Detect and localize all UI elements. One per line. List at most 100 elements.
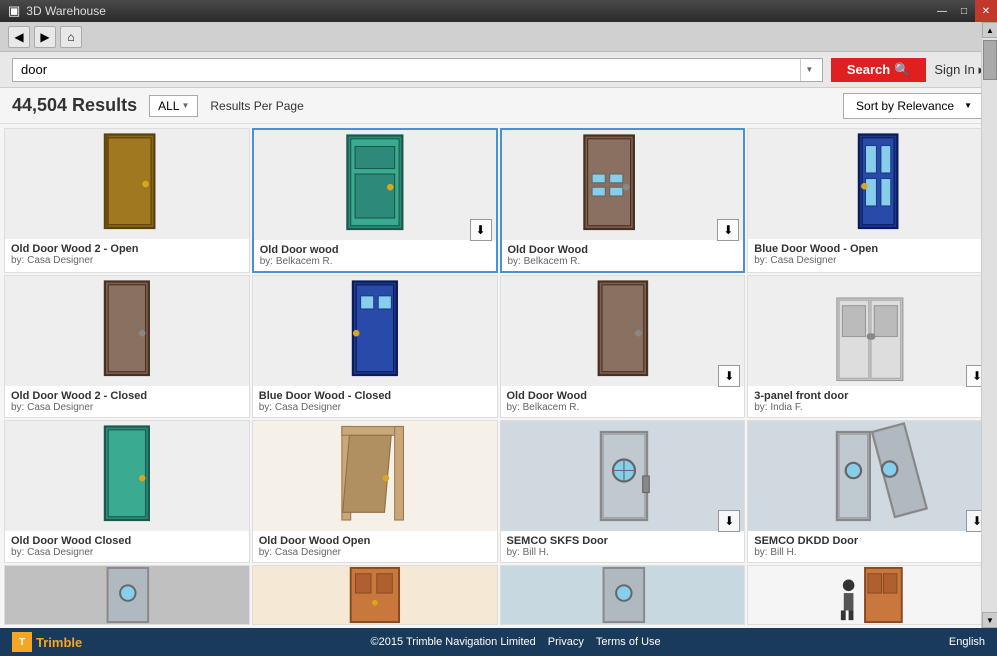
item-author: by: Casa Designer bbox=[259, 547, 491, 558]
item-title: Old Door Wood 2 - Open bbox=[11, 243, 243, 255]
list-item[interactable] bbox=[747, 565, 993, 625]
item-thumbnail bbox=[253, 421, 497, 531]
list-item[interactable]: Blue Door Wood - Open by: Casa Designer bbox=[747, 128, 993, 273]
trimble-icon: T bbox=[12, 632, 32, 652]
item-author: by: Bill H. bbox=[507, 547, 739, 558]
item-author: by: Casa Designer bbox=[11, 402, 243, 413]
item-title: SEMCO SKFS Door bbox=[507, 535, 739, 547]
search-dropdown-arrow[interactable]: ▼ bbox=[800, 59, 818, 81]
item-author: by: India F. bbox=[754, 402, 986, 413]
list-item[interactable]: ⬇ SEMCO DKDD Door by: Bill H. bbox=[747, 420, 993, 563]
results-count: 44,504 Results bbox=[12, 95, 137, 116]
vertical-scrollbar[interactable]: ▲ ▼ bbox=[981, 22, 997, 628]
item-title: Old Door Wood 2 - Closed bbox=[11, 390, 243, 402]
item-title: Old Door Wood Open bbox=[259, 535, 491, 547]
item-info: 3-panel front door by: India F. bbox=[748, 386, 992, 417]
item-thumbnail bbox=[253, 566, 497, 624]
filter-dropdown[interactable]: ALL ▼ bbox=[149, 95, 198, 117]
brand-logo: T Trimble bbox=[12, 632, 82, 652]
item-info: Old Door Wood by: Belkacem R. bbox=[501, 386, 745, 417]
list-item[interactable]: ⬇ Old Door Wood by: Belkacem R. bbox=[500, 128, 746, 273]
item-author: by: Casa Designer bbox=[11, 255, 243, 266]
download-button[interactable]: ⬇ bbox=[718, 365, 740, 387]
list-item[interactable]: ⬇ 3-panel front door by: India F. bbox=[747, 275, 993, 418]
item-author: by: Bill H. bbox=[754, 547, 986, 558]
window-controls[interactable]: — □ ✕ bbox=[931, 0, 997, 22]
item-thumbnail bbox=[254, 130, 496, 240]
home-button[interactable]: ⌂ bbox=[60, 26, 82, 48]
item-author: by: Casa Designer bbox=[259, 402, 491, 413]
results-per-page-label: Results Per Page bbox=[210, 99, 303, 113]
back-button[interactable]: ◀ bbox=[8, 26, 30, 48]
scroll-up-button[interactable]: ▲ bbox=[982, 22, 997, 38]
scroll-thumb[interactable] bbox=[983, 40, 997, 80]
scroll-down-button[interactable]: ▼ bbox=[982, 612, 997, 628]
list-item[interactable]: ⬇ Old Door wood by: Belkacem R. bbox=[252, 128, 498, 273]
list-item[interactable]: Blue Door Wood - Closed by: Casa Designe… bbox=[252, 275, 498, 418]
close-btn[interactable]: ✕ bbox=[975, 0, 997, 22]
brand-name: Trimble bbox=[36, 635, 82, 650]
app-icon: ▣ bbox=[8, 3, 20, 19]
search-icon: 🔍 bbox=[894, 62, 910, 78]
terms-link[interactable]: Terms of Use bbox=[596, 636, 661, 648]
copyright-text: ©2015 Trimble Navigation Limited bbox=[371, 636, 536, 648]
item-thumbnail bbox=[748, 566, 992, 624]
list-item[interactable]: Old Door Wood Open by: Casa Designer bbox=[252, 420, 498, 563]
download-button[interactable]: ⬇ bbox=[717, 219, 739, 241]
item-thumbnail bbox=[748, 421, 992, 531]
list-item[interactable]: ⬇ SEMCO SKFS Door by: Bill H. bbox=[500, 420, 746, 563]
maximize-btn[interactable]: □ bbox=[953, 0, 975, 22]
search-button[interactable]: Search 🔍 bbox=[831, 58, 927, 82]
forward-button[interactable]: ▶ bbox=[34, 26, 56, 48]
privacy-link[interactable]: Privacy bbox=[548, 636, 584, 648]
item-info: Old Door wood by: Belkacem R. bbox=[254, 240, 496, 271]
item-title: Old Door Wood bbox=[507, 390, 739, 402]
item-info: Old Door Wood Closed by: Casa Designer bbox=[5, 531, 249, 562]
sign-in-link[interactable]: Sign In ▸ bbox=[934, 62, 985, 78]
minimize-btn[interactable]: — bbox=[931, 0, 953, 22]
item-author: by: Belkacem R. bbox=[260, 256, 490, 267]
item-thumbnail bbox=[501, 276, 745, 386]
item-info: Old Door Wood by: Belkacem R. bbox=[502, 240, 744, 271]
list-item[interactable] bbox=[252, 565, 498, 625]
item-thumbnail bbox=[502, 130, 744, 240]
download-button[interactable]: ⬇ bbox=[718, 510, 740, 532]
item-author: by: Casa Designer bbox=[11, 547, 243, 558]
results-bar: 44,504 Results ALL ▼ Results Per Page So… bbox=[0, 88, 997, 124]
list-item[interactable] bbox=[4, 565, 250, 625]
item-author: by: Casa Designer bbox=[754, 255, 986, 266]
search-bar: ▼ Search 🔍 Sign In ▸ bbox=[0, 52, 997, 88]
item-title: Old Door Wood Closed bbox=[11, 535, 243, 547]
item-author: by: Belkacem R. bbox=[507, 402, 739, 413]
list-item[interactable] bbox=[500, 565, 746, 625]
item-thumbnail bbox=[253, 276, 497, 386]
language-selector[interactable]: English bbox=[949, 636, 985, 648]
item-info: SEMCO SKFS Door by: Bill H. bbox=[501, 531, 745, 562]
sort-label: Sort by Relevance bbox=[856, 99, 954, 113]
item-thumbnail bbox=[5, 421, 249, 531]
search-input-container[interactable]: ▼ bbox=[12, 58, 823, 82]
item-title: SEMCO DKDD Door bbox=[754, 535, 986, 547]
item-title: Old Door wood bbox=[260, 244, 490, 256]
item-info: Old Door Wood 2 - Closed by: Casa Design… bbox=[5, 386, 249, 417]
list-item[interactable]: Old Door Wood 2 - Open by: Casa Designer bbox=[4, 128, 250, 273]
item-info: Old Door Wood 2 - Open by: Casa Designer bbox=[5, 239, 249, 270]
download-button[interactable]: ⬇ bbox=[470, 219, 492, 241]
item-author: by: Belkacem R. bbox=[508, 256, 738, 267]
search-input[interactable] bbox=[17, 62, 800, 77]
item-title: Old Door Wood bbox=[508, 244, 738, 256]
list-item[interactable]: Old Door Wood 2 - Closed by: Casa Design… bbox=[4, 275, 250, 418]
search-label: Search bbox=[847, 62, 890, 77]
sort-dropdown[interactable]: Sort by Relevance ▼ bbox=[843, 93, 985, 119]
list-item[interactable]: Old Door Wood Closed by: Casa Designer bbox=[4, 420, 250, 563]
item-thumbnail bbox=[5, 566, 249, 624]
item-info: Blue Door Wood - Closed by: Casa Designe… bbox=[253, 386, 497, 417]
footer: T Trimble ©2015 Trimble Navigation Limit… bbox=[0, 628, 997, 656]
item-info: SEMCO DKDD Door by: Bill H. bbox=[748, 531, 992, 562]
filter-arrow-icon: ▼ bbox=[181, 101, 189, 110]
title-bar: ▣ 3D Warehouse — □ ✕ bbox=[0, 0, 997, 22]
item-thumbnail bbox=[748, 276, 992, 386]
item-info: Old Door Wood Open by: Casa Designer bbox=[253, 531, 497, 562]
item-thumbnail bbox=[501, 421, 745, 531]
list-item[interactable]: ⬇ Old Door Wood by: Belkacem R. bbox=[500, 275, 746, 418]
